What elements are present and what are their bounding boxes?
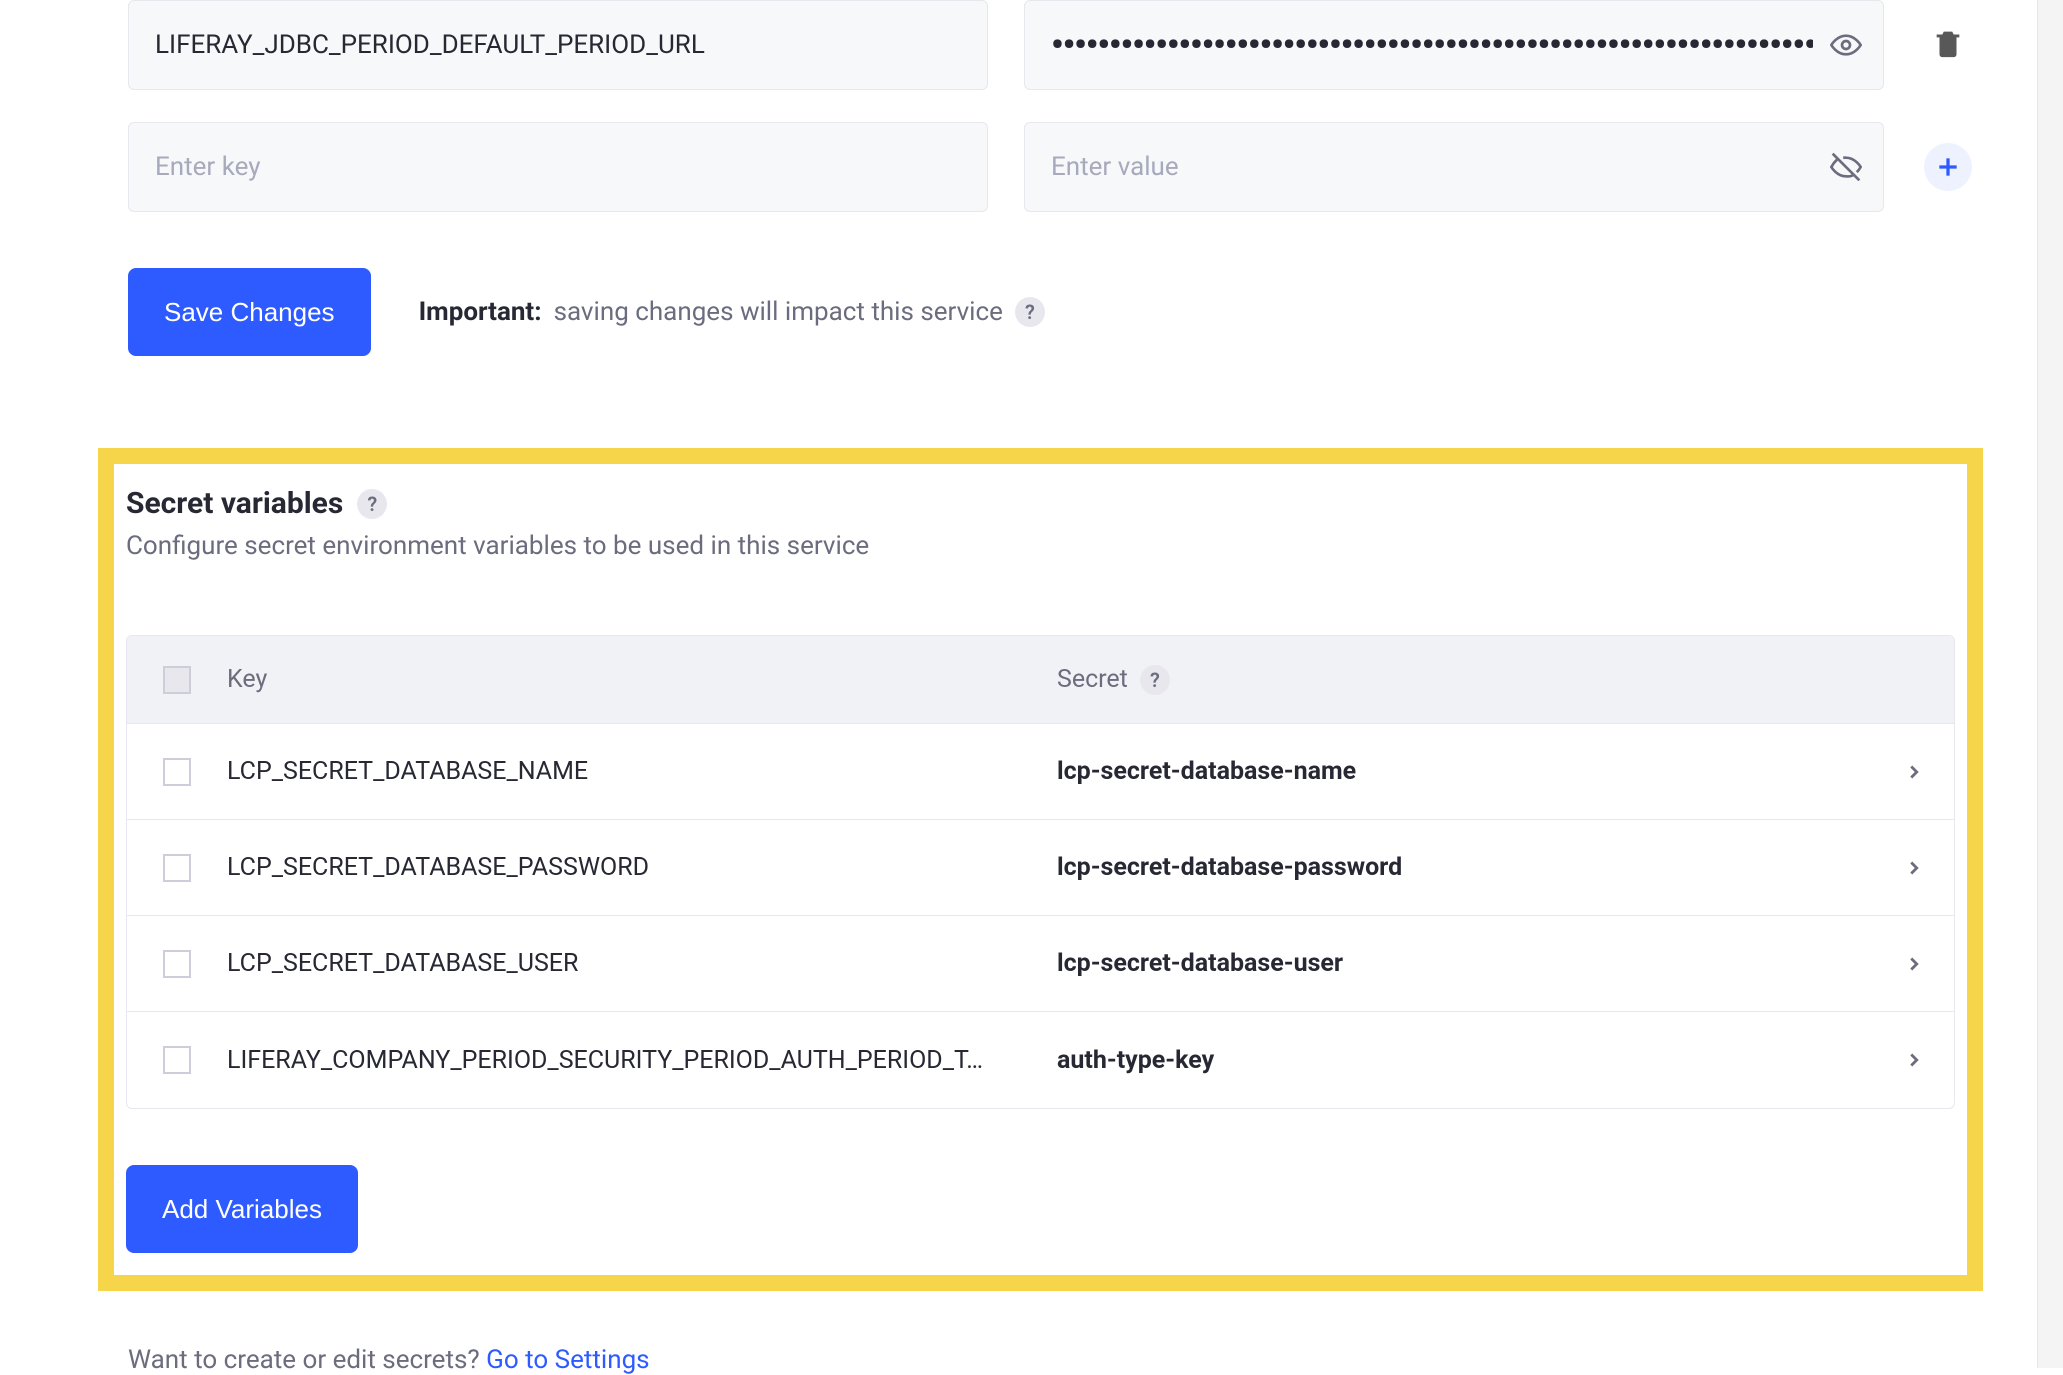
panel-heading: Secret variables ? [126,486,1955,521]
help-icon[interactable]: ? [357,489,387,519]
row-key: LCP_SECRET_DATABASE_NAME [227,757,1057,786]
row-secret: lcp-secret-database-name [1057,757,1874,786]
env-var-new-value-input[interactable] [1024,122,1884,212]
row-secret: auth-type-key [1057,1046,1874,1075]
eye-off-icon[interactable] [1826,147,1866,187]
chevron-right-icon [1874,761,1954,783]
table-row[interactable]: LCP_SECRET_DATABASE_NAME lcp-secret-data… [127,724,1954,820]
table-header: Key Secret ? [127,636,1954,724]
help-icon[interactable]: ? [1015,297,1045,327]
important-note: Important: saving changes will impact th… [419,297,1045,327]
chevron-right-icon [1874,953,1954,975]
chevron-right-icon [1874,1049,1954,1071]
secret-variables-title: Secret variables [126,486,343,521]
env-var-value-wrap [1024,0,1884,90]
table-row[interactable]: LCP_SECRET_DATABASE_USER lcp-secret-data… [127,916,1954,1012]
row-checkbox[interactable] [163,758,191,786]
delete-row[interactable] [1920,26,1976,64]
row-checkbox[interactable] [163,1046,191,1074]
row-checkbox[interactable] [163,950,191,978]
select-all-checkbox[interactable] [163,666,191,694]
go-to-settings-link[interactable]: Go to Settings [486,1345,649,1375]
row-key: LIFERAY_COMPANY_PERIOD_SECURITY_PERIOD_A… [227,1046,1057,1075]
table-row[interactable]: LIFERAY_COMPANY_PERIOD_SECURITY_PERIOD_A… [127,1012,1954,1108]
table-row[interactable]: LCP_SECRET_DATABASE_PASSWORD lcp-secret-… [127,820,1954,916]
secret-variables-description: Configure secret environment variables t… [126,531,1955,561]
add-variables-button[interactable]: Add Variables [126,1165,358,1253]
row-secret: lcp-secret-database-password [1057,853,1874,882]
add-row[interactable] [1920,143,1976,191]
column-header-key: Key [227,665,1057,694]
plus-icon [1924,143,1972,191]
eye-icon[interactable] [1826,25,1866,65]
row-key: LCP_SECRET_DATABASE_USER [227,949,1057,978]
important-label: Important: [419,297,542,327]
important-text: saving changes will impact this service [554,297,1003,327]
env-var-row [128,0,1959,90]
trash-icon [1931,26,1965,64]
footer-text: Want to create or edit secrets? Go to Se… [128,1345,1959,1375]
row-secret: lcp-secret-database-user [1057,949,1874,978]
column-header-secret: Secret ? [1057,665,1874,695]
secret-variables-panel: Secret variables ? Configure secret envi… [98,448,1983,1291]
env-var-key-input[interactable] [128,0,988,90]
save-changes-button[interactable]: Save Changes [128,268,371,356]
env-var-new-row [128,122,1959,212]
row-checkbox[interactable] [163,854,191,882]
env-var-new-value-wrap [1024,122,1884,212]
secret-variables-table: Key Secret ? LCP_SECRET_DATABASE_NAME lc… [126,635,1955,1109]
row-key: LCP_SECRET_DATABASE_PASSWORD [227,853,1057,882]
chevron-right-icon [1874,857,1954,879]
env-var-value-input[interactable] [1024,0,1884,90]
env-var-new-key-input[interactable] [128,122,988,212]
help-icon[interactable]: ? [1140,665,1170,695]
